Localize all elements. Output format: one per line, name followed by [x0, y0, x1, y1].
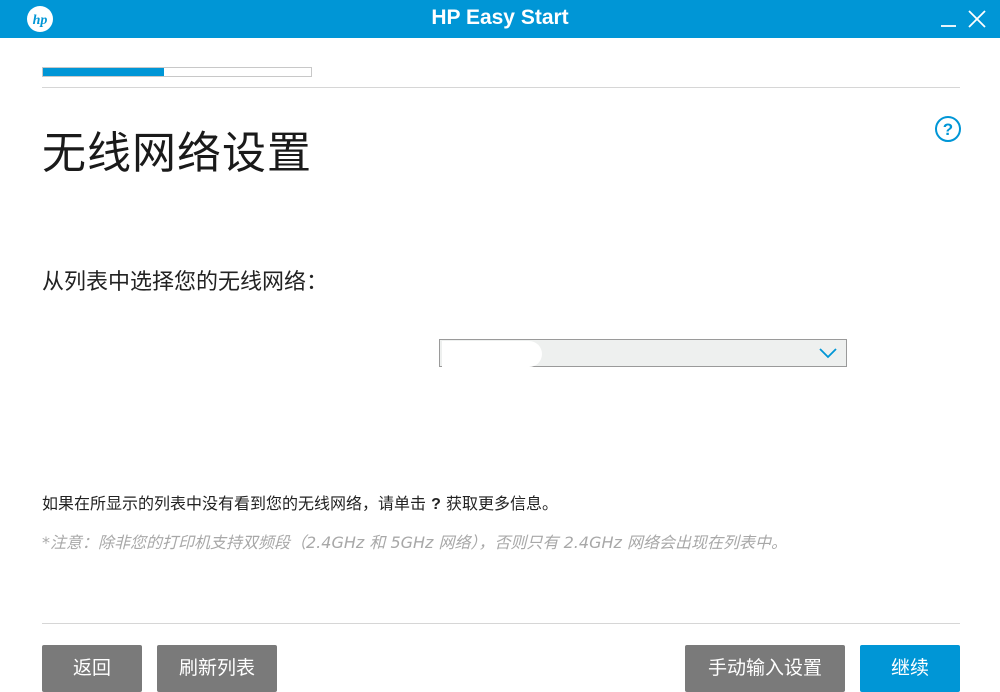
manual-setup-button[interactable]: 手动输入设置 [685, 645, 845, 692]
svg-text:?: ? [943, 120, 953, 139]
help-info-after: 获取更多信息。 [445, 494, 558, 513]
progress-fill [43, 68, 164, 76]
progress-bar [42, 67, 312, 77]
redacted-network-name [442, 341, 542, 367]
network-dropdown[interactable] [439, 339, 847, 367]
window-title: HP Easy Start [431, 6, 569, 29]
divider [42, 623, 960, 624]
help-info-text: 如果在所显示的列表中没有看到您的无线网络，请单击 ? 获取更多信息。 [42, 490, 558, 514]
close-icon[interactable] [964, 6, 990, 32]
divider [42, 87, 960, 88]
network-prompt: 从列表中选择您的无线网络： [42, 270, 329, 295]
minimize-icon[interactable] [936, 6, 962, 32]
chevron-down-icon [819, 348, 837, 359]
question-circle-icon[interactable]: ? [934, 115, 962, 143]
help-info-question-mark: ? [431, 496, 441, 513]
refresh-list-button[interactable]: 刷新列表 [157, 645, 277, 692]
svg-text:hp: hp [33, 13, 48, 28]
back-button[interactable]: 返回 [42, 645, 142, 692]
title-bar: hp HP Easy Start [0, 0, 1000, 38]
page-title: 无线网络设置 [42, 128, 312, 179]
hp-logo: hp [27, 6, 53, 32]
continue-button[interactable]: 继续 [860, 645, 960, 692]
help-info-before: 如果在所显示的列表中没有看到您的无线网络，请单击 [42, 494, 427, 513]
dual-band-note: *注意：除非您的打印机支持双频段（2.4GHz 和 5GHz 网络），否则只有 … [42, 533, 787, 552]
